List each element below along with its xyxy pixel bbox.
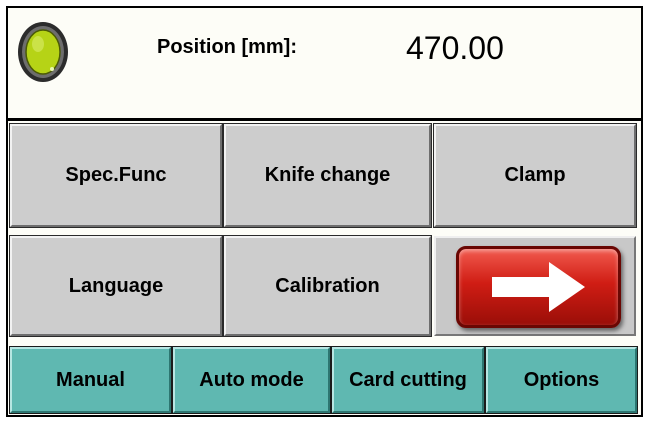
clamp-button[interactable]: Clamp bbox=[433, 123, 637, 228]
position-label: Position [mm]: bbox=[157, 36, 297, 58]
language-button[interactable]: Language bbox=[9, 235, 223, 337]
knife-change-button[interactable]: Knife change bbox=[223, 123, 432, 228]
next-button-frame bbox=[434, 236, 636, 336]
header-panel: Position [mm]: 470.00 bbox=[6, 6, 643, 118]
tab-card-cutting[interactable]: Card cutting bbox=[331, 346, 485, 414]
tab-auto-mode[interactable]: Auto mode bbox=[172, 346, 331, 414]
next-button[interactable] bbox=[456, 246, 621, 328]
spec-func-button[interactable]: Spec.Func bbox=[9, 123, 223, 228]
right-arrow-icon bbox=[492, 262, 585, 312]
status-indicator-icon bbox=[18, 22, 68, 82]
tab-options[interactable]: Options bbox=[485, 346, 638, 414]
position-value: 470.00 bbox=[406, 30, 504, 66]
calibration-button[interactable]: Calibration bbox=[223, 235, 432, 337]
tab-manual[interactable]: Manual bbox=[9, 346, 172, 414]
header-divider bbox=[6, 118, 643, 121]
